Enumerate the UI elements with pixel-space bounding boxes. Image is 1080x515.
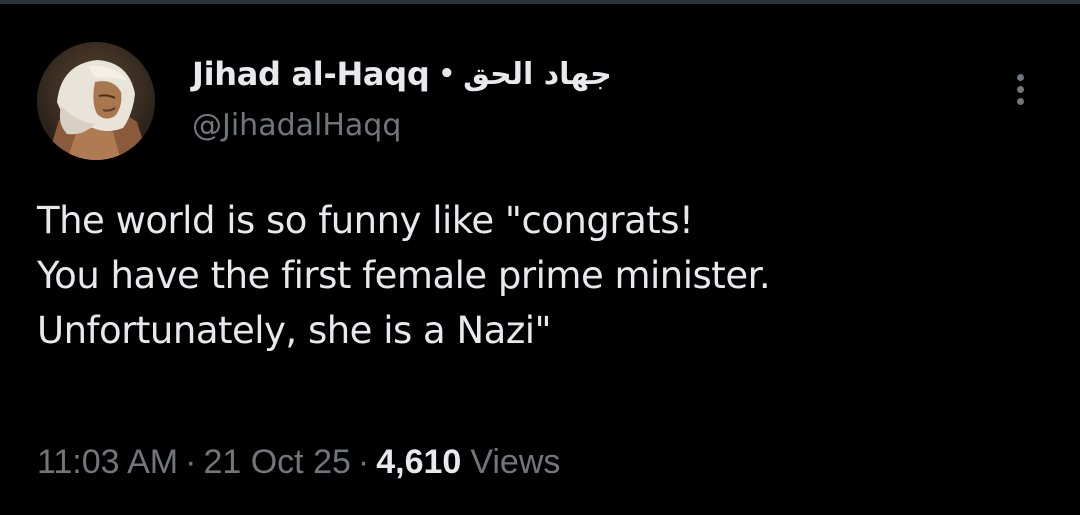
avatar-image <box>37 42 155 160</box>
more-vertical-icon <box>1016 85 1024 93</box>
more-vertical-icon <box>1016 97 1024 105</box>
more-options-button[interactable] <box>1002 64 1038 114</box>
tweet-time[interactable]: 11:03 AM <box>37 443 178 482</box>
author-handle[interactable]: @JihadalHaqq <box>192 108 401 143</box>
author-name-row: Jihad al-Haqq • جهاد الحق <box>192 52 612 96</box>
tweet-text-line: Unfortunately, she is a Nazi" <box>37 309 552 352</box>
avatar[interactable] <box>37 42 155 160</box>
more-vertical-icon <box>1016 73 1024 81</box>
author-arabic-name[interactable]: جهاد الحق <box>463 57 612 92</box>
views-count[interactable]: 4,610 <box>376 443 461 482</box>
views-label: Views <box>470 442 561 481</box>
author-display-name[interactable]: Jihad al-Haqq <box>192 55 430 93</box>
meta-separator: · <box>357 442 370 481</box>
name-separator: • <box>438 59 456 89</box>
tweet-text-line: The world is so funny like "congrats! <box>37 199 694 242</box>
tweet-meta: 11:03 AM · 21 Oct 25 · 4,610 Views <box>37 440 560 484</box>
tweet-date[interactable]: 21 Oct 25 <box>203 443 350 482</box>
tweet-text-line: You have the first female prime minister… <box>37 254 771 297</box>
tweet-text: The world is so funny like "congrats! Yo… <box>37 193 1057 358</box>
tweet-detail: Jihad al-Haqq • جهاد الحق @JihadalHaqq T… <box>0 0 1080 515</box>
meta-separator: · <box>185 442 197 481</box>
